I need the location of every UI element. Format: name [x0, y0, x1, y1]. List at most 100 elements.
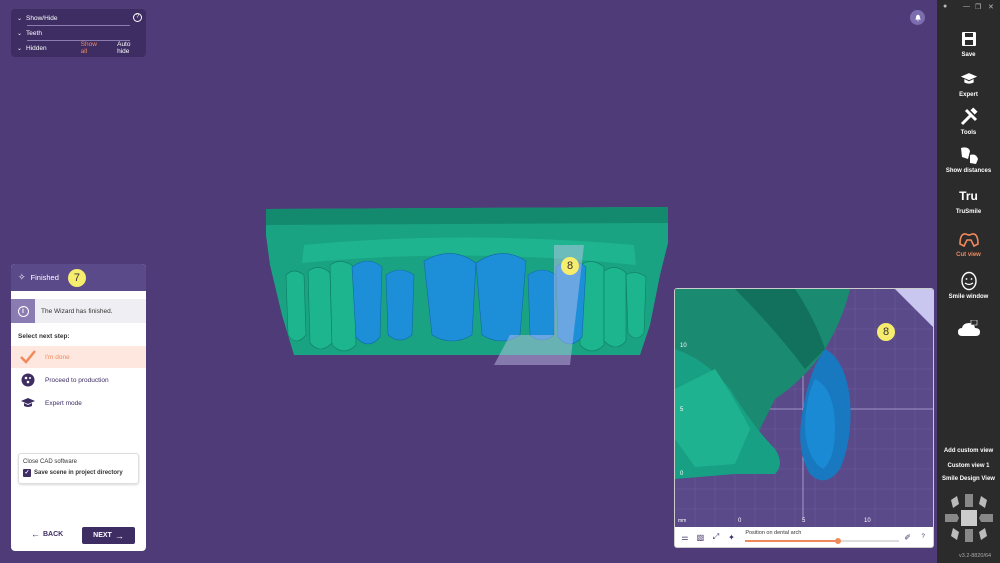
next-label: NEXT [93, 532, 112, 539]
wizard-header: ✧ Finished 7 [11, 264, 146, 291]
center-view-button[interactable] [961, 510, 977, 526]
divider [27, 40, 130, 41]
option-label: Expert mode [45, 399, 82, 407]
add-custom-view-link[interactable]: Add custom view [937, 448, 1000, 454]
cloud-icon [957, 318, 981, 340]
show-hide-title: Show/Hide [26, 14, 58, 22]
sidebar-label: Expert [959, 92, 978, 98]
cut-plane-icon[interactable]: ▧ [695, 531, 707, 543]
minimize-icon[interactable]: — [963, 3, 970, 10]
slider-label: Position on dental arch [745, 530, 802, 536]
sidebar-item-tools[interactable]: Tools [937, 106, 1000, 136]
arrow-left-icon: ← [31, 529, 40, 539]
view-down-button[interactable] [965, 529, 973, 542]
next-button[interactable]: NEXT → [82, 527, 135, 544]
step-badge: 8 [561, 257, 579, 275]
wizard-info-bar: i The Wizard has finished. [11, 299, 146, 323]
sidebar-label: Cut view [956, 252, 981, 258]
view-down-right-button[interactable] [979, 528, 987, 540]
x-tick: 10 [864, 518, 871, 524]
sliders-icon[interactable]: ⚌ [679, 531, 691, 543]
graduation-cap-icon [19, 397, 37, 409]
notification-button[interactable] [910, 10, 925, 25]
unit-label: mm [678, 518, 686, 524]
hidden-label: Hidden [26, 44, 47, 52]
step-badge: 8 [877, 323, 895, 341]
slider-thumb[interactable] [834, 538, 841, 544]
cut-view-panel: 10 5 0 0 5 10 mm 8 ⚌ ▧ ⤢ ✦ Position on d… [674, 288, 934, 548]
help-icon[interactable]: ? [917, 531, 929, 543]
show-all-link[interactable]: Show all [81, 41, 101, 55]
wizard-panel: ✧ Finished 7 i The Wizard has finished. … [11, 264, 146, 551]
cut-view-toolbar: ⚌ ▧ ⤢ ✦ Position on dental arch ✐ ? [675, 527, 933, 547]
cut-view-canvas[interactable]: 10 5 0 0 5 10 mm [675, 289, 933, 527]
view-up-left-button[interactable] [951, 496, 959, 508]
back-button[interactable]: ← BACK [31, 529, 63, 539]
show-hide-panel: ⌄ Show/Hide ? ⌄ Teeth ⌄ Hidden Show all … [11, 9, 146, 57]
position-slider[interactable]: Position on dental arch [743, 528, 900, 546]
teeth-label: Teeth [26, 29, 42, 37]
teeth-row[interactable]: ⌄ Teeth [17, 27, 140, 39]
y-tick: 10 [680, 343, 687, 349]
custom-view-1-link[interactable]: Custom view 1 [937, 463, 1000, 469]
view-up-right-button[interactable] [979, 496, 987, 508]
close-icon[interactable]: ✕ [988, 3, 994, 11]
trusmile-icon-text: Tru [959, 189, 978, 203]
dental-model-3d[interactable] [264, 205, 672, 365]
option-expert-mode[interactable]: Expert mode [11, 392, 146, 414]
smile-window-icon [960, 270, 978, 292]
tools-icon [959, 106, 979, 128]
checkbox-checked-icon: ✓ [23, 469, 31, 477]
option-label: Proceed to production [45, 376, 109, 384]
wizard-info-text: The Wizard has finished. [41, 307, 113, 315]
chevron-down-icon: ⌄ [17, 15, 23, 22]
sidebar-item-save[interactable]: Save [937, 28, 1000, 58]
brush-icon[interactable]: ✐ [902, 531, 914, 543]
cut-view-icon [958, 228, 980, 250]
production-icon [19, 373, 37, 387]
sidebar-item-cut-view[interactable]: Cut view [937, 228, 1000, 258]
user-icon[interactable]: ● [943, 3, 947, 10]
view-left-button[interactable] [945, 514, 959, 522]
view-up-button[interactable] [965, 494, 973, 507]
arrow-right-icon: → [114, 530, 124, 541]
view-direction-pad[interactable] [943, 492, 995, 544]
sidebar-item-cloud[interactable] [937, 318, 1000, 342]
smile-design-view-link[interactable]: Smile Design View [937, 476, 1000, 482]
close-cad-box: Close CAD software ✓ Save scene in proje… [18, 453, 139, 484]
view-right-button[interactable] [979, 514, 993, 522]
sidebar-item-smile-window[interactable]: Smile window [937, 270, 1000, 300]
trusmile-icon: Tru [959, 185, 978, 207]
sidebar-item-trusmile[interactable]: Tru TruSmile [937, 185, 1000, 215]
select-next-step-label: Select next step: [18, 333, 70, 340]
save-icon [961, 28, 977, 50]
save-scene-checkbox[interactable]: ✓ Save scene in project directory [23, 469, 134, 477]
right-sidebar: ● — ❐ ✕ Save Expert Tools Show distances… [937, 0, 1000, 563]
chevron-down-icon: ⌄ [17, 30, 23, 37]
back-label: BACK [43, 530, 64, 538]
sidebar-label: Smile window [948, 294, 989, 300]
help-icon[interactable]: ? [133, 13, 142, 22]
auto-hide-link[interactable]: Auto hide [117, 41, 140, 55]
chevron-down-icon[interactable]: ⌄ [17, 45, 22, 52]
version-label: v3.2-8820/64 [959, 553, 992, 559]
sidebar-item-show-distances[interactable]: Show distances [937, 144, 1000, 174]
close-cad-title: Close CAD software [23, 459, 78, 465]
sidebar-label: TruSmile [955, 209, 982, 215]
slider-track[interactable] [745, 538, 900, 544]
show-hide-header[interactable]: ⌄ Show/Hide [17, 12, 140, 24]
option-im-done[interactable]: I'm done [11, 346, 146, 368]
wizard-title: Finished [30, 273, 59, 282]
hidden-row: ⌄ Hidden Show all Auto hide [17, 41, 140, 55]
option-label: I'm done [45, 353, 70, 361]
restore-icon[interactable]: ❐ [975, 3, 981, 11]
sidebar-item-expert[interactable]: Expert [937, 68, 1000, 98]
checkmark-icon [19, 350, 37, 364]
view-down-left-button[interactable] [951, 528, 959, 540]
sidebar-label: Save [961, 52, 976, 58]
option-proceed-to-production[interactable]: Proceed to production [11, 369, 146, 391]
sparkle-icon[interactable]: ✦ [726, 531, 738, 543]
measure-icon[interactable]: ⤢ [710, 531, 722, 543]
sidebar-label: Tools [960, 130, 977, 136]
magic-wand-icon: ✧ [18, 272, 26, 282]
